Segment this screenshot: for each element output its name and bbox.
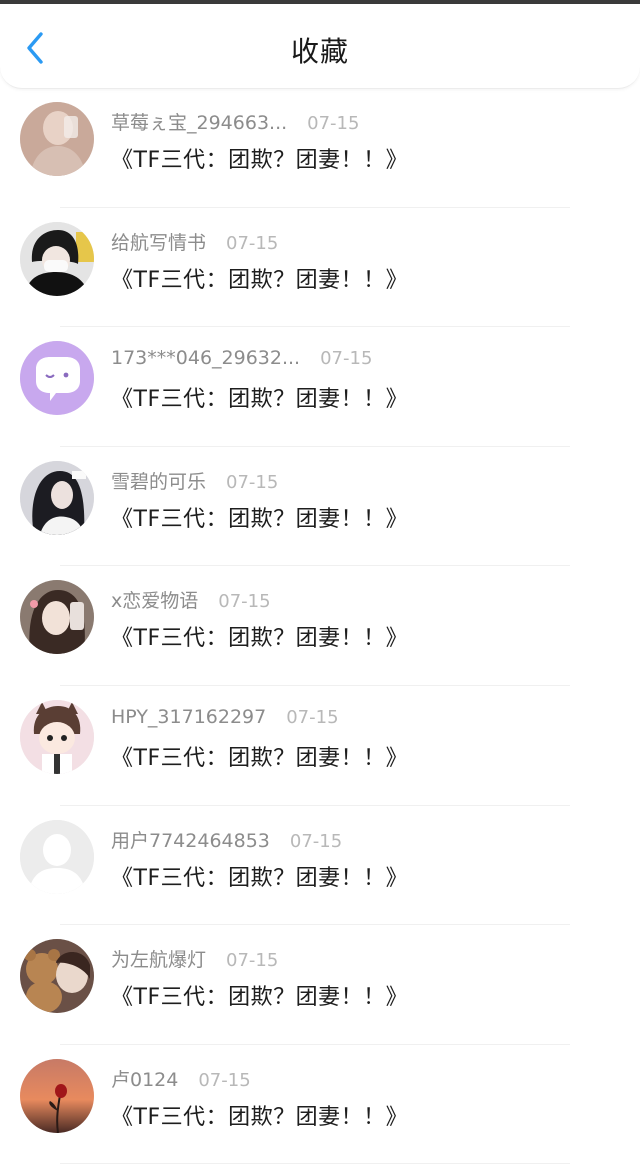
username[interactable]: 卢0124 [111, 1069, 178, 1091]
item-title[interactable]: 《TF三代：团欺？团妻！！》 [111, 501, 408, 533]
item-meta: 给航写情书 07-15 [111, 228, 278, 256]
item-meta: 草莓ぇ宝_294663... 07-15 [111, 108, 359, 136]
teddy-bear-avatar-icon [20, 939, 94, 1014]
item-meta: 173***046_29632... 07-15 [111, 347, 372, 375]
list-item[interactable]: 给航写情书 07-15 《TF三代：团欺？团妻！！》 [0, 208, 640, 328]
rose-sunset-avatar-icon [20, 1058, 94, 1133]
list-item[interactable]: x恋爱物语 07-15 《TF三代：团欺？团妻！！》 [0, 566, 640, 686]
item-title[interactable]: 《TF三代：团欺？团妻！！》 [111, 142, 408, 174]
girl-photo-avatar-icon [20, 102, 94, 176]
date: 07-15 [307, 113, 360, 134]
list-item[interactable]: 卢0124 07-15 《TF三代：团欺？团妻！！》 [0, 1045, 640, 1164]
favorites-list: 草莓ぇ宝_294663... 07-15 《TF三代：团欺？团妻！！》 给航写情书… [0, 88, 640, 1164]
avatar[interactable] [20, 102, 94, 176]
item-title[interactable]: 《TF三代：团欺？团妻！！》 [111, 979, 408, 1011]
date: 07-15 [226, 471, 279, 493]
cartoon-boy-avatar-icon [20, 699, 94, 774]
item-meta: 用户7742464853 07-15 [111, 826, 342, 854]
list-item[interactable]: 173***046_29632... 07-15 《TF三代：团欺？团妻！！》 [0, 327, 640, 447]
username[interactable]: 给航写情书 [111, 232, 206, 254]
masked-person-avatar-icon [20, 221, 94, 296]
item-title[interactable]: 《TF三代：团欺？团妻！！》 [111, 381, 408, 413]
username[interactable]: x恋爱物语 [111, 590, 198, 612]
item-title[interactable]: 《TF三代：团欺？团妻！！》 [111, 740, 408, 772]
avatar[interactable] [20, 939, 94, 1014]
item-meta: x恋爱物语 07-15 [111, 586, 271, 614]
item-meta: 为左航爆灯 07-15 [111, 945, 278, 973]
avatar[interactable] [20, 580, 94, 655]
date: 07-15 [218, 591, 271, 613]
avatar[interactable] [20, 460, 94, 535]
list-item[interactable]: HPY_317162297 07-15 《TF三代：团欺？团妻！！》 [0, 686, 640, 806]
username[interactable]: 草莓ぇ宝_294663... [111, 112, 287, 134]
item-meta: 卢0124 07-15 [111, 1065, 251, 1093]
date: 07-15 [226, 950, 279, 972]
date: 07-15 [289, 830, 343, 852]
list-item[interactable]: 为左航爆灯 07-15 《TF三代：团欺？团妻！！》 [0, 925, 640, 1045]
username[interactable]: 雪碧的可乐 [111, 471, 206, 493]
list-item[interactable]: 草莓ぇ宝_294663... 07-15 《TF三代：团欺？团妻！！》 [0, 88, 640, 208]
date: 07-15 [286, 706, 339, 728]
avatar[interactable] [20, 221, 94, 296]
page-title: 收藏 [290, 35, 349, 68]
girl-selfie-avatar-icon [20, 580, 94, 655]
default-user-avatar-icon [20, 819, 94, 894]
username[interactable]: 173***046_29632... [111, 347, 300, 369]
nav-header: 收藏 [0, 4, 640, 89]
item-title[interactable]: 《TF三代：团欺？团妻！！》 [111, 620, 408, 652]
item-meta: HPY_317162297 07-15 [111, 706, 339, 734]
purple-chat-bubble-avatar-icon [20, 341, 94, 416]
item-meta: 雪碧的可乐 07-15 [111, 467, 278, 495]
avatar[interactable] [20, 699, 94, 774]
avatar[interactable] [20, 819, 94, 894]
avatar[interactable] [20, 1058, 94, 1133]
username[interactable]: HPY_317162297 [111, 706, 266, 728]
avatar[interactable] [20, 341, 94, 416]
dark-hair-girl-avatar-icon [20, 460, 94, 535]
date: 07-15 [320, 348, 373, 370]
date: 07-15 [198, 1069, 251, 1091]
list-item[interactable]: 用户7742464853 07-15 《TF三代：团欺？团妻！！》 [0, 806, 640, 926]
date: 07-15 [226, 232, 279, 254]
item-title[interactable]: 《TF三代：团欺？团妻！！》 [111, 860, 408, 892]
item-title[interactable]: 《TF三代：团欺？团妻！！》 [111, 262, 408, 294]
list-item[interactable]: 雪碧的可乐 07-15 《TF三代：团欺？团妻！！》 [0, 447, 640, 567]
item-title[interactable]: 《TF三代：团欺？团妻！！》 [111, 1099, 408, 1131]
username[interactable]: 为左航爆灯 [111, 949, 206, 971]
username[interactable]: 用户7742464853 [111, 830, 270, 852]
